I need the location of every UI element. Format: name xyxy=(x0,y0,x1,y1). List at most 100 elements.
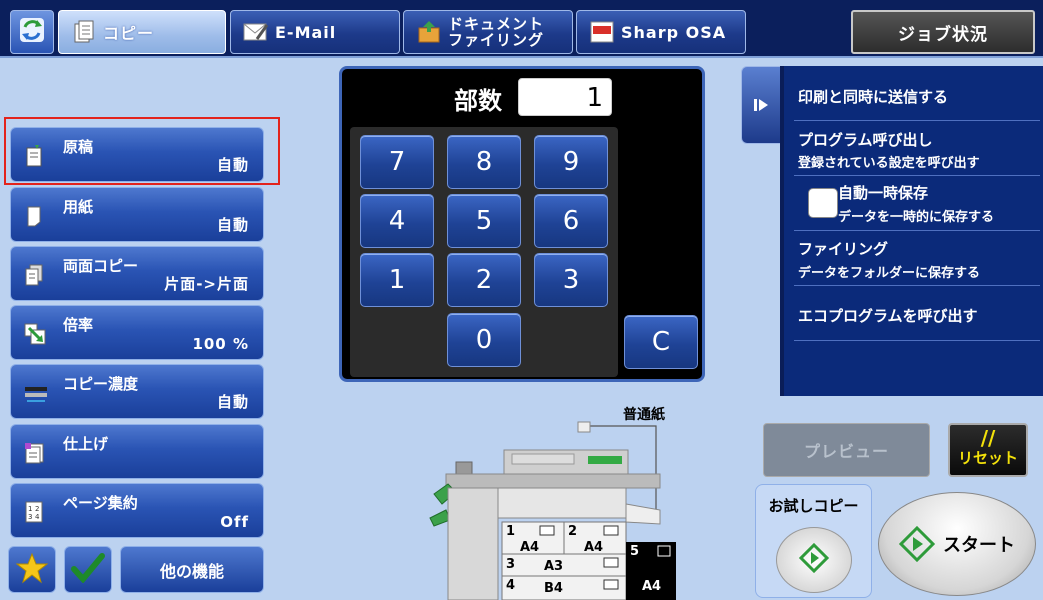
tray-3-size: A3 xyxy=(544,559,564,574)
page-combine-value: Off xyxy=(220,513,249,531)
zoom-icon xyxy=(23,322,49,348)
favorite-button[interactable] xyxy=(8,546,56,593)
trial-copy-panel: お試しコピー xyxy=(755,484,872,598)
copy-mode-screen: コピー E-Mail ドキュメント ファイリング Sharp OSA ジョブ状況… xyxy=(0,0,1043,600)
action-panel: 印刷と同時に送信する プログラム呼び出し 登録されている設定を呼び出す 自動一時… xyxy=(780,66,1043,396)
zoom-value: 100 % xyxy=(192,335,249,353)
key-5[interactable]: 5 xyxy=(447,194,521,248)
auto-temp-save-label: 自動一時保存 xyxy=(838,184,929,202)
tray-5-size: A4 xyxy=(642,579,662,594)
auto-temp-save-item[interactable]: 自動一時保存 データを一時的に保存する xyxy=(794,176,1040,231)
start-label: スタート xyxy=(943,535,1015,556)
preview-button[interactable]: プレビュー xyxy=(763,423,930,477)
tray-4-number: 4 xyxy=(506,578,516,593)
job-status-button[interactable]: ジョブ状況 xyxy=(851,10,1035,54)
tab-email[interactable]: E-Mail xyxy=(230,10,400,54)
right-panel-toggle[interactable] xyxy=(741,66,781,144)
duplex-icon xyxy=(23,263,49,289)
finishing-button[interactable]: 仕上げ xyxy=(10,424,264,479)
copies-keypad-panel: 部数 1 7 8 9 4 5 6 1 2 3 0 C xyxy=(339,66,705,382)
copies-count-field[interactable]: 1 xyxy=(518,78,612,116)
trial-copy-button[interactable] xyxy=(776,527,852,593)
tab-copy[interactable]: コピー xyxy=(58,10,226,54)
n-up-icon: 1234 xyxy=(23,500,49,526)
key-1[interactable]: 1 xyxy=(360,253,434,307)
document-filing-icon xyxy=(416,19,442,45)
eco-program-item[interactable]: エコプログラムを呼び出す xyxy=(794,286,1040,341)
check-settings-button[interactable] xyxy=(64,546,112,593)
svg-text:3: 3 xyxy=(28,513,32,521)
program-recall-desc: 登録されている設定を呼び出す xyxy=(798,156,980,171)
paper-value: 自動 xyxy=(216,216,249,234)
tab-email-label: E-Mail xyxy=(275,22,337,42)
finishing-icon xyxy=(23,441,49,467)
selection-highlight xyxy=(4,117,280,185)
tab-document-filing-line1: ドキュメント xyxy=(448,15,545,33)
page-combine-title: ページ集約 xyxy=(63,494,138,512)
sharp-osa-icon xyxy=(589,19,615,45)
program-recall-item[interactable]: プログラム呼び出し 登録されている設定を呼び出す xyxy=(794,121,1040,176)
filing-label: ファイリング xyxy=(798,240,889,258)
filing-item[interactable]: ファイリング データをフォルダーに保存する xyxy=(794,231,1040,286)
tab-copy-label: コピー xyxy=(103,24,155,43)
tray-3-number: 3 xyxy=(506,557,516,572)
reset-icon: // xyxy=(980,426,996,450)
density-title: コピー濃度 xyxy=(63,375,139,393)
tab-sharp-osa-label: Sharp OSA xyxy=(621,22,727,42)
key-6[interactable]: 6 xyxy=(534,194,608,248)
mode-switch-button[interactable] xyxy=(10,10,54,54)
star-icon xyxy=(15,552,49,588)
tray-4-size: B4 xyxy=(544,581,563,596)
reset-button[interactable]: // リセット xyxy=(948,423,1028,477)
copy-icon xyxy=(71,19,97,45)
start-icon xyxy=(899,526,935,562)
filing-desc: データをフォルダーに保存する xyxy=(798,266,981,281)
tab-document-filing-line2: ファイリング xyxy=(448,31,545,49)
tray-5-number: 5 xyxy=(630,544,640,559)
key-3[interactable]: 3 xyxy=(534,253,608,307)
key-4[interactable]: 4 xyxy=(360,194,434,248)
auto-temp-save-desc: データを一時的に保存する xyxy=(838,210,995,225)
duplex-title: 両面コピー xyxy=(63,257,139,275)
zoom-title: 倍率 xyxy=(63,316,94,334)
copies-label: 部数 xyxy=(454,87,502,115)
duplex-value: 片面->片面 xyxy=(164,275,249,293)
tray-1-size: A4 xyxy=(520,540,540,555)
key-8[interactable]: 8 xyxy=(447,135,521,189)
tray-2-size: A4 xyxy=(584,540,604,555)
mode-tab-bar: コピー E-Mail ドキュメント ファイリング Sharp OSA ジョブ状況 xyxy=(0,0,1043,58)
key-0[interactable]: 0 xyxy=(447,313,521,367)
page-combine-button[interactable]: 1234 ページ集約 Off xyxy=(10,483,264,538)
program-recall-label: プログラム呼び出し xyxy=(798,131,933,149)
duplex-copy-button[interactable]: 両面コピー 片面->片面 xyxy=(10,246,264,301)
send-while-printing-item[interactable]: 印刷と同時に送信する xyxy=(794,66,1040,121)
checkmark-icon xyxy=(71,552,105,587)
other-functions-button[interactable]: 他の機能 xyxy=(120,546,264,593)
svg-text:4: 4 xyxy=(35,513,40,521)
email-icon xyxy=(243,19,269,45)
start-diamond-icon xyxy=(798,542,830,577)
machine-status-diagram: 1 A4 2 A4 3 A3 4 B4 5 A4 xyxy=(420,418,700,600)
copy-density-button[interactable]: コピー濃度 自動 xyxy=(10,364,264,419)
finishing-title: 仕上げ xyxy=(63,435,109,453)
zoom-button[interactable]: 倍率 100 % xyxy=(10,305,264,360)
paper-title: 用紙 xyxy=(63,198,94,216)
density-value: 自動 xyxy=(216,393,249,411)
key-2[interactable]: 2 xyxy=(447,253,521,307)
reset-label: リセット xyxy=(957,449,1018,467)
trial-copy-label: お試しコピー xyxy=(768,497,859,515)
paper-icon xyxy=(23,204,49,230)
tab-sharp-osa[interactable]: Sharp OSA xyxy=(576,10,746,54)
key-7[interactable]: 7 xyxy=(360,135,434,189)
start-button[interactable]: スタート xyxy=(878,492,1036,596)
key-9[interactable]: 9 xyxy=(534,135,608,189)
tab-document-filing-label: ドキュメント ファイリング xyxy=(448,16,544,48)
tab-document-filing[interactable]: ドキュメント ファイリング xyxy=(403,10,573,54)
tray-2-number: 2 xyxy=(568,524,578,539)
eco-program-label: エコプログラムを呼び出す xyxy=(798,307,978,325)
clear-key[interactable]: C xyxy=(624,315,698,369)
auto-temp-save-checkbox[interactable] xyxy=(808,188,838,218)
paper-select-button[interactable]: 用紙 自動 xyxy=(10,187,264,242)
expand-arrow-icon xyxy=(752,95,772,119)
tray-1-number: 1 xyxy=(506,524,516,539)
